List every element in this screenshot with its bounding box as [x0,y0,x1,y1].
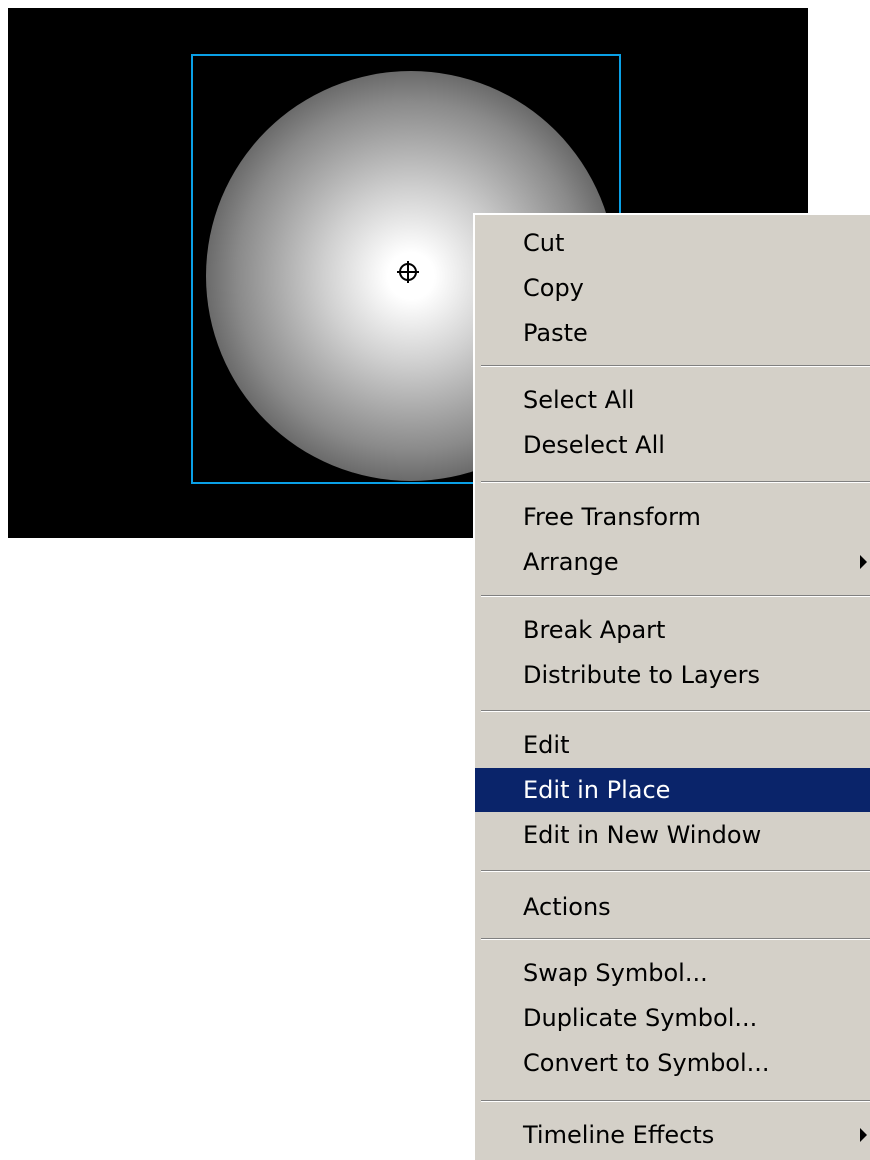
menu-item-break-apart[interactable]: Break Apart [475,608,870,652]
menu-item-paste[interactable]: Paste [475,311,870,355]
menu-separator [481,938,870,940]
menu-item-edit[interactable]: Edit [475,723,870,767]
menu-separator [481,870,870,872]
menu-item-swap-symbol[interactable]: Swap Symbol... [475,951,870,995]
menu-item-edit-in-new-window[interactable]: Edit in New Window [475,813,870,857]
menu-separator [481,1100,870,1102]
menu-item-label: Cut [523,229,565,257]
menu-item-label: Paste [523,319,588,347]
menu-separator [481,365,870,367]
menu-item-duplicate-symbol[interactable]: Duplicate Symbol... [475,996,870,1040]
menu-separator [481,710,870,712]
crosshair-circle-icon [397,261,419,283]
menu-item-label: Timeline Effects [523,1121,715,1149]
triangle-right-icon [860,1128,867,1142]
menu-item-cut[interactable]: Cut [475,221,870,265]
menu-item-actions[interactable]: Actions [475,885,870,929]
context-menu: Cut Copy Paste Select All Deselect All Free T… [473,213,870,1160]
menu-item-label: Edit [523,731,570,759]
menu-item-label: Select All [523,386,635,414]
menu-item-label: Swap Symbol... [523,959,708,987]
menu-item-label: Free Transform [523,503,701,531]
menu-item-deselect-all[interactable]: Deselect All [475,423,870,467]
menu-item-convert-to-symbol[interactable]: Convert to Symbol... [475,1041,870,1085]
menu-item-select-all[interactable]: Select All [475,378,870,422]
menu-item-label: Duplicate Symbol... [523,1004,758,1032]
menu-item-label: Copy [523,274,584,302]
menu-item-label: Distribute to Layers [523,661,760,689]
menu-item-label: Deselect All [523,431,665,459]
triangle-right-icon [860,555,867,569]
menu-item-distribute-to-layers[interactable]: Distribute to Layers [475,653,870,697]
menu-item-label: Actions [523,893,611,921]
menu-item-arrange[interactable]: Arrange [475,540,870,584]
menu-item-label: Edit in Place [523,776,671,804]
menu-item-label: Edit in New Window [523,821,762,849]
menu-separator [481,481,870,483]
menu-item-free-transform[interactable]: Free Transform [475,495,870,539]
menu-item-label: Arrange [523,548,619,576]
menu-separator [481,595,870,597]
menu-item-timeline-effects[interactable]: Timeline Effects [475,1113,870,1157]
menu-item-copy[interactable]: Copy [475,266,870,310]
menu-item-label: Convert to Symbol... [523,1049,770,1077]
menu-item-edit-in-place[interactable]: Edit in Place [475,768,870,812]
menu-item-label: Break Apart [523,616,666,644]
